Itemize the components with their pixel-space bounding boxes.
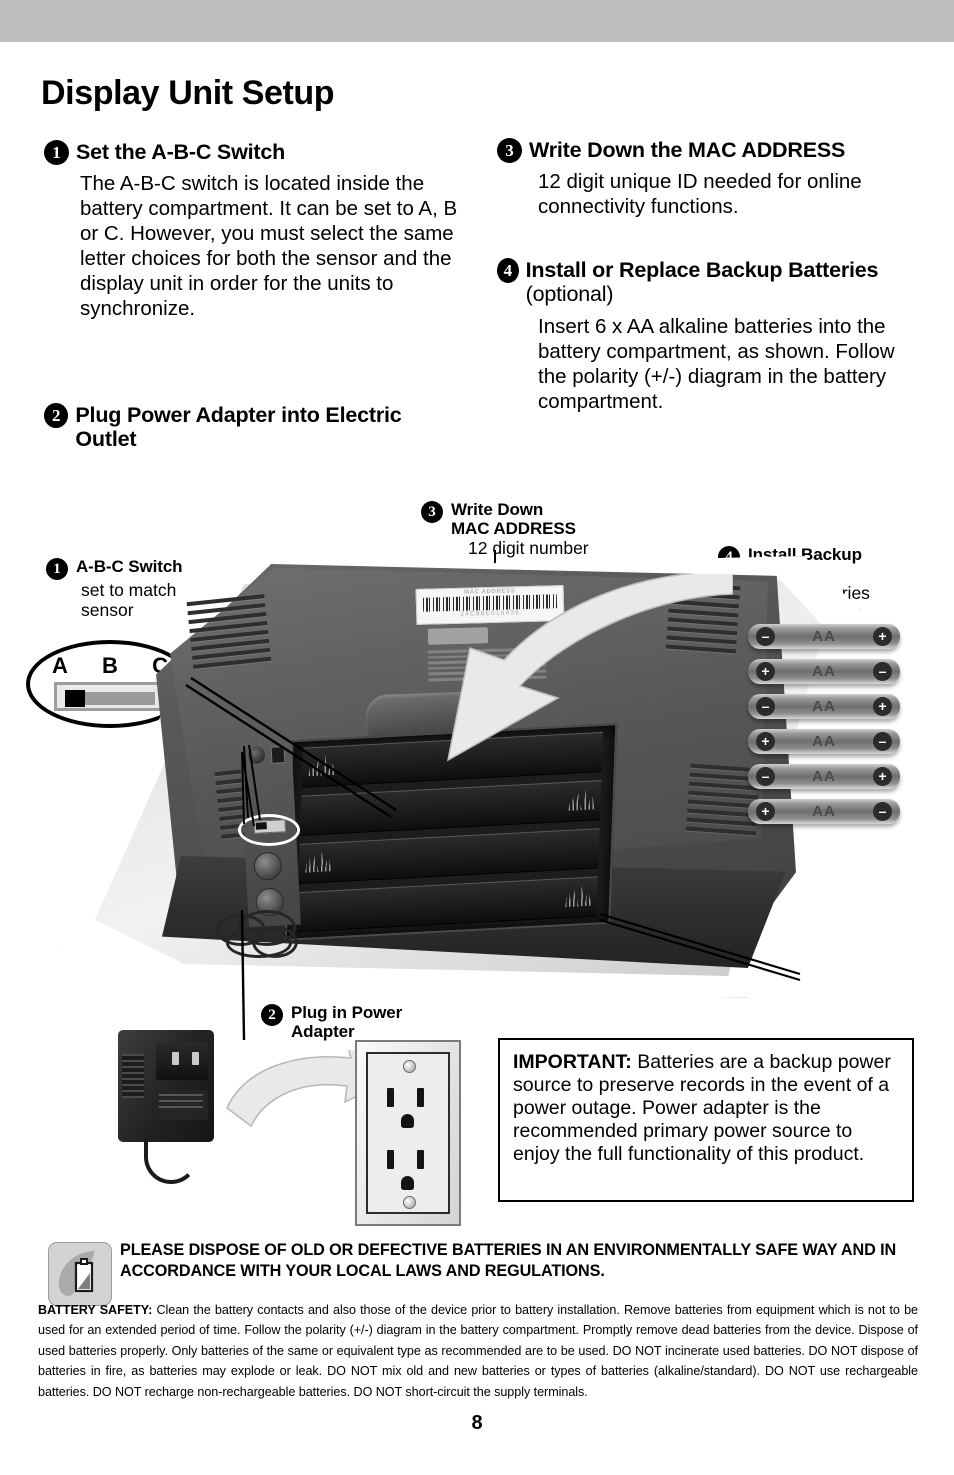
battery-stack: – AA + + AA – – AA + + AA – – AA + + AA … bbox=[748, 624, 900, 834]
insert-batteries-arrow bbox=[446, 574, 733, 762]
outlet-screw-top bbox=[403, 1060, 416, 1073]
battery-terminal-left: + bbox=[756, 732, 775, 751]
battery-terminal-left: – bbox=[756, 767, 775, 786]
callout-2-title-line1: Plug in Power bbox=[291, 1003, 403, 1022]
page-number: 8 bbox=[471, 1412, 483, 1434]
battery-cell: – AA + bbox=[748, 624, 900, 649]
battery-safety-label: BATTERY SAFETY: bbox=[38, 1303, 153, 1317]
step-3-body: 12 digit unique ID needed for online con… bbox=[538, 170, 862, 218]
callout-3-title: Write Down MAC ADDRESS bbox=[451, 500, 576, 538]
adapter-prong-plate bbox=[156, 1042, 208, 1080]
vent-grille-top-left bbox=[186, 594, 272, 672]
step-4-title: Install or Replace Backup Batteries (opt… bbox=[526, 258, 912, 306]
step-4-number: 4 bbox=[497, 258, 519, 283]
battery-spring bbox=[565, 886, 592, 907]
step-2-title: Plug Power Adapter into Electric Outlet bbox=[75, 403, 402, 452]
step-2-number: 2 bbox=[44, 403, 69, 428]
step-4-title-bold: Install or Replace Backup Batteries bbox=[525, 258, 879, 282]
step-3-heading: 3 Write Down the MAC ADDRESS bbox=[497, 138, 912, 163]
callout-mac-address: 3 Write Down MAC ADDRESS 12 digit number bbox=[421, 500, 589, 559]
callout-2-title: Plug in Power Adapter bbox=[291, 1003, 403, 1041]
usb-port[interactable] bbox=[270, 746, 286, 764]
battery-terminal-right: – bbox=[872, 662, 892, 681]
step-1-heading: 1 Set the A-B-C Switch bbox=[44, 140, 459, 165]
battery-cell: + AA – bbox=[748, 659, 900, 684]
power-adapter bbox=[118, 1030, 228, 1184]
battery-cell: – AA + bbox=[748, 694, 900, 719]
wall-outlet bbox=[355, 1040, 461, 1226]
outlet-slot-top-right[interactable] bbox=[417, 1088, 424, 1107]
step-1-body: The A-B-C switch is located inside the b… bbox=[80, 172, 458, 320]
important-notice-box: IMPORTANT: Batteries are a backup power … bbox=[498, 1038, 914, 1202]
outlet-slot-bottom-right[interactable] bbox=[417, 1150, 424, 1169]
step-2: 2 Plug Power Adapter into Electric Outle… bbox=[44, 403, 459, 451]
outlet-slot-bottom-left[interactable] bbox=[387, 1150, 394, 1169]
outlet-ground-bottom[interactable] bbox=[401, 1176, 414, 1190]
battery-terminal-right: – bbox=[872, 732, 892, 751]
battery-cell: – AA + bbox=[748, 764, 900, 789]
abc-switch-highlight-ring bbox=[238, 814, 300, 846]
battery-terminal-left: + bbox=[756, 802, 775, 821]
battery-cell: + AA – bbox=[748, 799, 900, 824]
callout-3-title-line1: Write Down bbox=[451, 500, 544, 519]
battery-cell: + AA – bbox=[748, 729, 900, 754]
step-1-title: Set the A-B-C Switch bbox=[76, 140, 286, 164]
battery-terminal-right: + bbox=[872, 767, 892, 786]
battery-disposal-notice: PLEASE DISPOSE OF OLD OR DEFECTIVE BATTE… bbox=[120, 1241, 897, 1280]
adapter-prong-right bbox=[192, 1052, 199, 1065]
battery-terminal-right: + bbox=[872, 627, 892, 646]
adapter-prong-left bbox=[172, 1052, 179, 1065]
battery-slot bbox=[298, 828, 600, 885]
device-button-upper[interactable] bbox=[253, 851, 283, 881]
battery-slot bbox=[296, 876, 598, 933]
battery-label: AA bbox=[812, 803, 836, 820]
battery-terminal-left: – bbox=[756, 697, 775, 716]
battery-terminal-right: – bbox=[872, 802, 892, 821]
step-3: 3 Write Down the MAC ADDRESS 12 digit un… bbox=[497, 138, 912, 219]
step-1: 1 Set the A-B-C Switch The A-B-C switch … bbox=[44, 140, 459, 321]
outlet-slot-top-left[interactable] bbox=[387, 1088, 394, 1107]
page-title: Display Unit Setup bbox=[41, 74, 335, 112]
callout-2-row: 2 Plug in Power Adapter bbox=[261, 1003, 403, 1041]
callout-2-number: 2 bbox=[261, 1004, 283, 1026]
callout-3-title-line2: MAC ADDRESS bbox=[451, 518, 576, 538]
recycle-leaf-battery-icon bbox=[48, 1242, 112, 1306]
step-3-title: Write Down the MAC ADDRESS bbox=[529, 138, 846, 162]
callout-3-row: 3 Write Down MAC ADDRESS bbox=[421, 500, 589, 538]
battery-label: AA bbox=[812, 768, 836, 785]
battery-safety-body: Clean the battery contacts and also thos… bbox=[38, 1303, 918, 1399]
step-3-number: 3 bbox=[497, 138, 522, 163]
power-cord-coil bbox=[208, 908, 318, 964]
battery-terminal-left: – bbox=[756, 627, 775, 646]
battery-terminal-left: + bbox=[756, 662, 775, 681]
step-4-title-optional: (optional) bbox=[525, 282, 614, 307]
adapter-caution-text bbox=[154, 1090, 208, 1120]
adapter-ridges bbox=[122, 1054, 144, 1098]
outlet-ground-top[interactable] bbox=[401, 1114, 414, 1128]
outlet-screw-bottom bbox=[403, 1196, 416, 1209]
step-4-heading: 4 Install or Replace Backup Batteries (o… bbox=[497, 258, 912, 306]
top-gray-band bbox=[0, 0, 954, 42]
battery-label: AA bbox=[812, 698, 836, 715]
dc-power-jack[interactable] bbox=[247, 746, 266, 765]
battery-spring bbox=[308, 755, 335, 776]
callout-3-number: 3 bbox=[421, 501, 443, 523]
callout-plug-in-power: 2 Plug in Power Adapter bbox=[261, 1003, 403, 1041]
battery-label: AA bbox=[812, 628, 836, 645]
battery-safety-text: BATTERY SAFETY: Clean the battery contac… bbox=[38, 1300, 918, 1402]
step-4: 4 Install or Replace Backup Batteries (o… bbox=[497, 258, 912, 414]
battery-label: AA bbox=[812, 663, 836, 680]
callout-2-title-line2: Adapter bbox=[291, 1021, 355, 1041]
step-4-body: Insert 6 x AA alkaline batteries into th… bbox=[538, 315, 895, 414]
battery-terminal-right: + bbox=[872, 697, 892, 716]
step-1-number: 1 bbox=[44, 140, 69, 165]
battery-label: AA bbox=[812, 733, 836, 750]
important-label: IMPORTANT: bbox=[513, 1051, 632, 1073]
battery-spring bbox=[305, 851, 332, 872]
step-2-heading: 2 Plug Power Adapter into Electric Outle… bbox=[44, 403, 459, 451]
